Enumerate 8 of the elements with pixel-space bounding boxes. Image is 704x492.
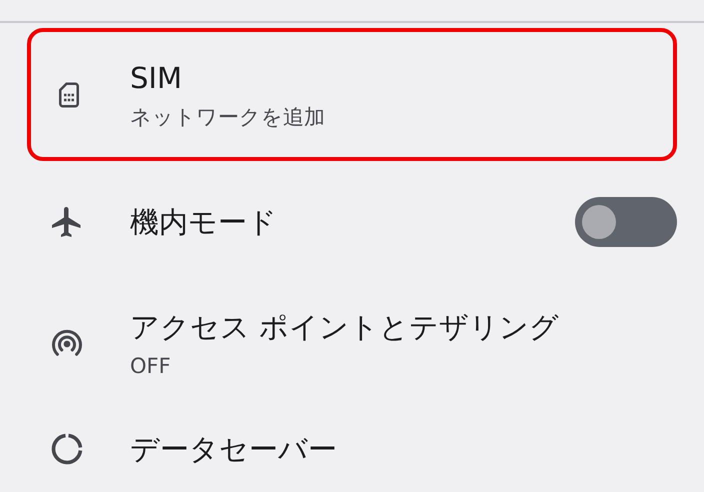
data-saver-icon	[49, 431, 85, 467]
toggle-switch[interactable]	[575, 197, 677, 247]
setting-title[interactable]: SIM	[130, 60, 673, 96]
setting-title[interactable]: アクセス ポイントとテザリング	[130, 309, 677, 345]
setting-title[interactable]: データセーバー	[130, 431, 677, 467]
setting-title[interactable]: 機内モード	[130, 204, 575, 240]
setting-summary: OFF	[130, 353, 172, 379]
setting-summary: ネットワークを追加	[130, 104, 326, 130]
